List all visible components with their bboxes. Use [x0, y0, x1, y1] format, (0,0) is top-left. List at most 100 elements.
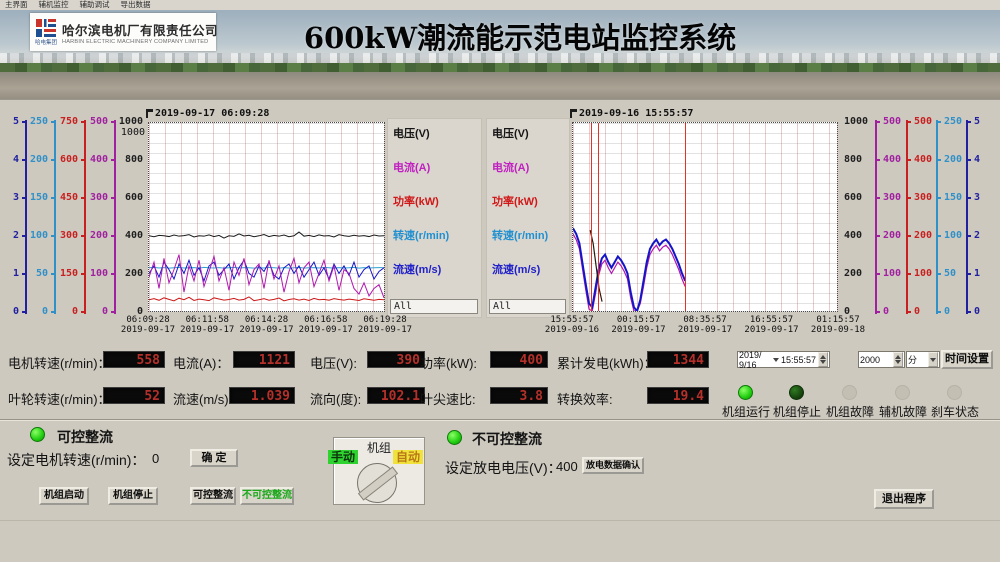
set-motor-speed-label: 设定电机转速(r/min)： [7, 450, 145, 470]
axis-tick-label: 0 [42, 307, 48, 317]
date-value: 2019/ 9/16 [739, 350, 771, 370]
confirm-button[interactable]: 确 定 [190, 449, 238, 467]
legend-item-power[interactable]: 功率(kW) [393, 193, 439, 209]
current-display: 1121 [233, 351, 295, 368]
series-current-magenta [149, 255, 384, 298]
axis-tick-label: 150 [30, 193, 48, 203]
unit-mode-switch: 机组 手动 自动 [333, 437, 425, 505]
axis-tick-label: 100 [944, 231, 962, 241]
axis-tick-label: 2 [13, 231, 19, 241]
x-tick-label: 08:35:572019-09-17 [678, 315, 732, 335]
right-chart-y-axes: 1000800600400200050040030020010005004003… [841, 122, 996, 312]
x-tick-label: 06:11:582019-09-17 [180, 315, 234, 335]
time-cursor-line[interactable] [685, 123, 686, 311]
diode-indicator-led [447, 430, 462, 445]
right-chart-legend: 电压(V) 电流(A) 功率(kW) 转速(r/min) 流速(m/s) All [486, 118, 570, 318]
x-tick-label: 06:14:282019-09-17 [239, 315, 293, 335]
axis-tick-label: 1 [974, 269, 980, 279]
time-spinner[interactable] [818, 352, 828, 367]
datetime-picker[interactable]: 2019/ 9/16 15:55:57 [737, 351, 830, 368]
status-led-1 [738, 385, 753, 400]
y-axis-flow: 543210 [966, 122, 990, 312]
scr-indicator-led [30, 427, 45, 442]
set-motor-speed-value[interactable]: 0 [152, 451, 159, 466]
legend-item-voltage[interactable]: 电压(V) [393, 125, 430, 141]
series-select-dropdown[interactable]: All [390, 299, 478, 314]
menu-item-2[interactable]: 辅机监控 [39, 1, 69, 9]
right-chart-timestamp: 2019-09-16 15:55:57 [579, 108, 693, 119]
unit-select[interactable]: 分 [906, 351, 940, 368]
axis-tick-label: 200 [944, 155, 962, 165]
legend-item-flow[interactable]: 流速(m/s) [492, 261, 540, 277]
hec-logo-icon [35, 19, 57, 38]
menu-item-4[interactable]: 导出数据 [121, 1, 151, 9]
efficiency-display: 19.4 [647, 387, 709, 404]
plot-anchor-icon [146, 109, 153, 118]
flow-speed-label: 流速(m/s): [173, 389, 232, 408]
diode-rectifier-button[interactable]: 不可控整流 [240, 487, 294, 505]
axis-tick-label: 0 [102, 307, 108, 317]
scada-screen: 主界面辅机监控辅助调试导出数据 哈电集团 哈尔滨电机厂有限责任公司 [0, 0, 1000, 562]
legend-item-current[interactable]: 电流(A) [492, 159, 529, 175]
rotary-knob[interactable] [357, 463, 397, 503]
axis-tick-label: 1000 [844, 117, 868, 127]
axis-tick-label: 0 [72, 307, 78, 317]
bottom-divider [0, 520, 1000, 521]
menu-item-3[interactable]: 辅助调试 [80, 1, 110, 9]
axis-tick-label: 150 [944, 193, 962, 203]
discharge-confirm-button[interactable]: 放电数据确认 [582, 457, 644, 474]
axis-tick-label: 400 [125, 231, 143, 241]
menu-item-1[interactable]: 主界面 [5, 1, 28, 9]
interval-value: 2000 [860, 355, 880, 365]
axis-tick-label: 300 [883, 193, 901, 203]
unit-stop-button[interactable]: 机组停止 [108, 487, 158, 505]
legend-item-speed[interactable]: 转速(r/min) [393, 227, 449, 243]
photo-foreground [0, 72, 1000, 99]
legend-item-speed[interactable]: 转速(r/min) [492, 227, 548, 243]
scr-rectifier-button[interactable]: 可控整流 [190, 487, 236, 505]
axis-tick-label: 400 [844, 231, 862, 241]
tip-ratio-display: 3.8 [490, 387, 548, 404]
time-cursor-line[interactable] [591, 123, 592, 311]
series-main-navy [573, 228, 685, 311]
legend-item-power[interactable]: 功率(kW) [492, 193, 538, 209]
series-select-dropdown[interactable]: All [489, 299, 566, 314]
legend-item-current[interactable]: 电流(A) [393, 159, 430, 175]
y-axis-speed: 250200150100500 [936, 122, 966, 312]
right-trend-series [573, 123, 837, 311]
axis-tick-label: 200 [125, 269, 143, 279]
x-tick-label: 16:55:572019-09-17 [744, 315, 798, 335]
set-discharge-voltage-label: 设定放电电压(V)： [445, 458, 562, 478]
x-tick-label: 01:15:572019-09-18 [811, 315, 865, 335]
time-set-button[interactable]: 时间设置 [941, 350, 993, 369]
legend-item-flow[interactable]: 流速(m/s) [393, 261, 441, 277]
series-power-red [149, 297, 384, 301]
auto-mode-chip[interactable]: 自动 [393, 450, 423, 464]
company-names: 哈尔滨电机厂有限责任公司 HARBIN ELECTRIC MACHINERY C… [62, 20, 218, 45]
interval-input[interactable]: 2000 [858, 351, 905, 368]
status-label-2: 机组停止 [773, 403, 821, 420]
axis-tick-label: 500 [914, 117, 932, 127]
tip-ratio-label: 叶尖速比: [420, 389, 476, 408]
date-dropdown-icon[interactable] [773, 358, 779, 362]
time-cursor-line[interactable] [598, 123, 599, 311]
photo-trees [0, 63, 1000, 73]
left-trend-plot[interactable] [148, 122, 385, 312]
unit-dropdown[interactable] [928, 352, 938, 367]
axis-tick-label: 0 [13, 307, 19, 317]
left-chart-x-axis: 06:09:282019-09-1706:11:582019-09-1706:1… [148, 315, 385, 339]
axis-tick-label: 750 [60, 117, 78, 127]
flow-speed-display: 1.039 [229, 387, 295, 404]
interval-spinner[interactable] [893, 352, 903, 367]
manual-mode-chip[interactable]: 手动 [328, 450, 358, 464]
legend-item-voltage[interactable]: 电压(V) [492, 125, 529, 141]
axis-tick-label: 200 [914, 231, 932, 241]
axis-tick-label: 50 [944, 269, 956, 279]
unit-start-button[interactable]: 机组启动 [39, 487, 89, 505]
exit-program-button[interactable]: 退出程序 [874, 489, 934, 509]
right-trend-plot[interactable] [572, 122, 838, 312]
plot-anchor-icon [570, 109, 577, 118]
set-discharge-voltage-value[interactable]: 400 [556, 459, 578, 474]
y-axis-current: 5004003002001000 [86, 122, 116, 312]
flow-dir-display: 102.1 [367, 387, 425, 404]
